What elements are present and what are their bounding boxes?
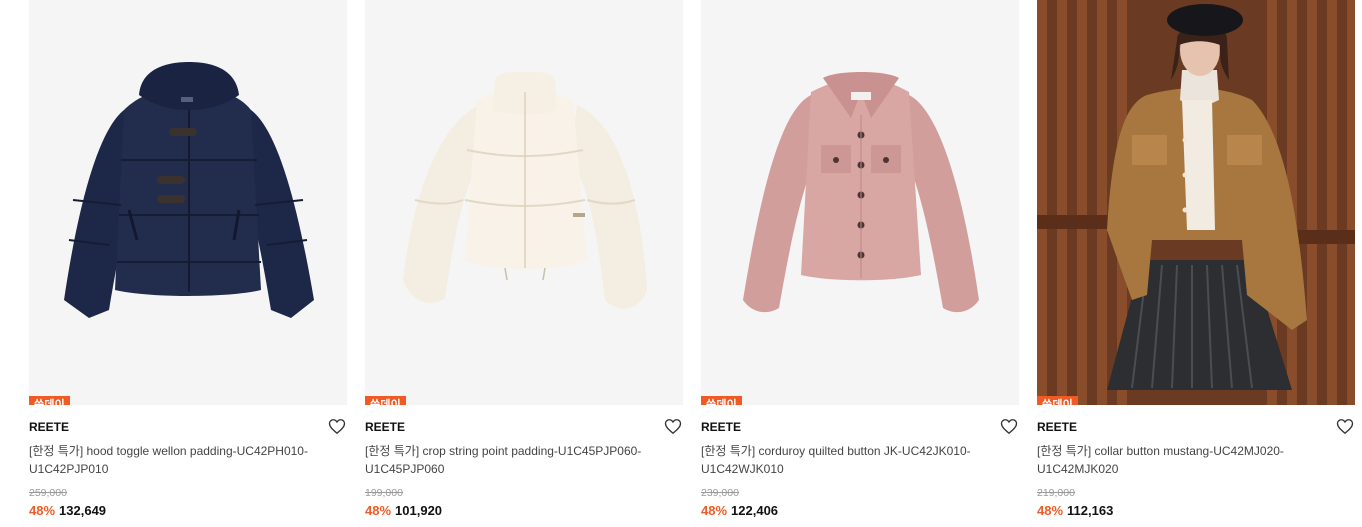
- heart-icon[interactable]: [328, 418, 346, 435]
- cream-cropped-puffer-image: [365, 0, 683, 405]
- event-badge: 쓱데이: [29, 396, 70, 405]
- product-image[interactable]: 쓱데이: [1037, 0, 1355, 405]
- sale-price: 122,406: [731, 503, 779, 518]
- heart-icon[interactable]: [664, 418, 682, 435]
- event-badge: 쓱데이: [701, 396, 742, 405]
- product-image[interactable]: 쓱데이: [29, 0, 347, 405]
- navy-hooded-padded-jacket-image: [29, 0, 347, 405]
- original-price: 239,000: [701, 487, 739, 499]
- discount-rate: 48%: [365, 503, 392, 518]
- heart-icon[interactable]: [1000, 418, 1018, 435]
- discount-rate: 48%: [29, 503, 56, 518]
- product-title[interactable]: [한정 특가] collar button mustang-UC42MJ020-…: [1037, 442, 1337, 478]
- brand-name[interactable]: REETE: [1037, 420, 1077, 434]
- brand-name[interactable]: REETE: [29, 420, 69, 434]
- brand-name[interactable]: REETE: [701, 420, 741, 434]
- event-badge: 쓱데이: [365, 396, 406, 405]
- event-badge: 쓱데이: [1037, 396, 1078, 405]
- product-image[interactable]: 쓱데이: [701, 0, 1019, 405]
- discount-rate: 48%: [1037, 503, 1064, 518]
- heart-icon[interactable]: [1336, 418, 1354, 435]
- sale-price: 112,163: [1067, 503, 1114, 518]
- product-title[interactable]: [한정 특가] corduroy quilted button JK-UC42J…: [701, 442, 1001, 478]
- price-line: 48% 112,163: [1037, 503, 1113, 518]
- price-line: 48% 122,406: [701, 503, 778, 518]
- pink-corduroy-jacket-image: [701, 0, 1019, 405]
- original-price: 219,000: [1037, 487, 1075, 499]
- product-image[interactable]: 쓱데이: [365, 0, 683, 405]
- brand-name[interactable]: REETE: [365, 420, 405, 434]
- model-mustang-jacket-photo: [1037, 0, 1355, 405]
- price-line: 48% 132,649: [29, 503, 106, 518]
- original-price: 199,000: [365, 487, 403, 499]
- product-title[interactable]: [한정 특가] hood toggle wellon padding-UC42P…: [29, 442, 329, 478]
- discount-rate: 48%: [701, 503, 728, 518]
- product-card[interactable]: 쓱데이 REETE [한정 특가] hood toggle wellon pad…: [29, 0, 347, 527]
- product-card[interactable]: 쓱데이 REETE [한정 특가] corduroy quilted butto…: [701, 0, 1019, 527]
- product-title[interactable]: [한정 특가] crop string point padding-U1C45P…: [365, 442, 665, 478]
- sale-price: 101,920: [395, 503, 443, 518]
- product-grid: 쓱데이 REETE [한정 특가] hood toggle wellon pad…: [0, 0, 1362, 527]
- product-card[interactable]: 쓱데이 REETE [한정 특가] collar button mustang-…: [1037, 0, 1355, 527]
- price-line: 48% 101,920: [365, 503, 442, 518]
- product-card[interactable]: 쓱데이 REETE [한정 특가] crop string point padd…: [365, 0, 683, 527]
- original-price: 259,000: [29, 487, 67, 499]
- sale-price: 132,649: [59, 503, 107, 518]
